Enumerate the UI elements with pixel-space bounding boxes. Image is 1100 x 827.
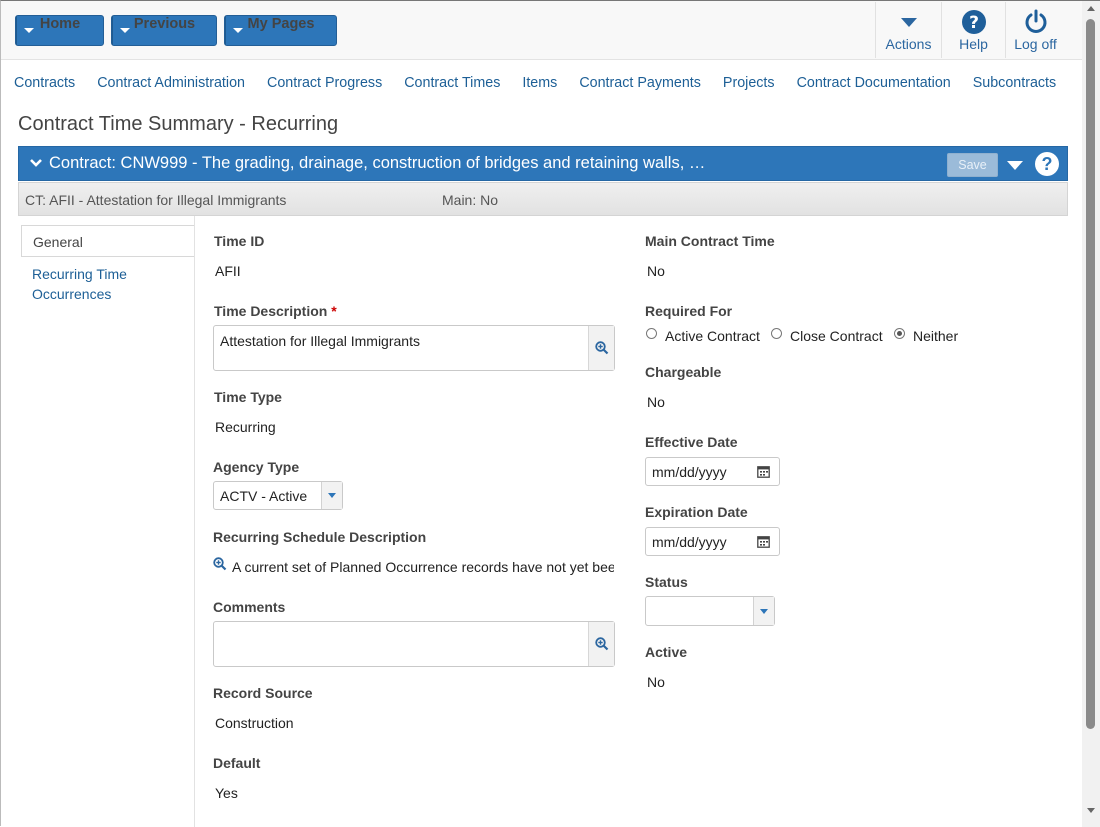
contract-subheader: CT: AFII - Attestation for Illegal Immig…	[18, 182, 1068, 216]
time-description-value[interactable]: Attestation for Illegal Immigrants	[220, 333, 420, 349]
chevron-down-icon[interactable]	[321, 482, 342, 509]
app-frame: Home Previous My Pages Actions ? Help Lo…	[0, 0, 1100, 827]
default-value: Yes	[215, 785, 238, 801]
actions-label: Actions	[885, 36, 932, 52]
caret-down-icon	[900, 8, 918, 36]
expiration-date-label: Expiration Date	[645, 504, 748, 520]
help-label: Help	[959, 36, 988, 52]
caret-down-icon[interactable]	[1007, 161, 1023, 170]
active-value: No	[647, 674, 665, 690]
comments-field[interactable]	[213, 621, 615, 667]
main-summary-text: Main: No	[442, 192, 499, 208]
menu-item-contract-payments[interactable]: Contract Payments	[579, 75, 701, 91]
radio-neither[interactable]	[894, 328, 905, 339]
radio-close-contract-label[interactable]: Close Contract	[790, 328, 883, 344]
effective-date-label: Effective Date	[645, 434, 738, 450]
calendar-icon[interactable]	[757, 465, 770, 481]
radio-close-contract[interactable]	[771, 328, 782, 339]
radio-active-contract-label[interactable]: Active Contract	[665, 328, 760, 344]
previous-button[interactable]: Previous	[111, 15, 217, 46]
save-button[interactable]: Save	[947, 153, 998, 177]
menu-item-contract-progress[interactable]: Contract Progress	[267, 75, 382, 91]
chargeable-label: Chargeable	[645, 364, 722, 380]
actions-button[interactable]: Actions	[875, 2, 941, 58]
record-source-label: Record Source	[213, 685, 313, 701]
top-toolbar: Home Previous My Pages Actions ? Help Lo…	[1, 1, 1082, 60]
expiration-date-input[interactable]: mm/dd/yyyy	[645, 527, 780, 556]
time-description-field[interactable]: Attestation for Illegal Immigrants	[213, 325, 615, 371]
effective-date-placeholder[interactable]: mm/dd/yyyy	[652, 464, 727, 480]
scrollbar-thumb[interactable]	[1086, 19, 1095, 729]
chargeable-value: No	[647, 394, 665, 410]
ct-summary-text: CT: AFII - Attestation for Illegal Immig…	[25, 192, 287, 208]
scroll-down-arrow-icon[interactable]	[1087, 808, 1095, 813]
record-source-value: Construction	[215, 715, 294, 731]
svg-text:?: ?	[969, 13, 979, 33]
main-contract-time-value: No	[647, 263, 665, 279]
agency-type-label: Agency Type	[213, 459, 300, 475]
menu-item-contract-administration[interactable]: Contract Administration	[97, 75, 245, 91]
time-id-label: Time ID	[214, 233, 265, 249]
power-icon	[1023, 8, 1049, 36]
expiration-date-placeholder[interactable]: mm/dd/yyyy	[652, 534, 727, 550]
active-label: Active	[645, 644, 688, 660]
calendar-icon[interactable]	[757, 535, 770, 551]
my-pages-button-label[interactable]: My Pages	[225, 16, 337, 32]
agency-type-select[interactable]: ACTV - Active	[213, 481, 343, 510]
logoff-label: Log off	[1014, 36, 1057, 52]
chevron-down-icon[interactable]	[29, 156, 43, 173]
help-button[interactable]: ? Help	[941, 2, 1005, 58]
tab-recurring-line2[interactable]: Occurrences	[32, 284, 172, 304]
home-button[interactable]: Home	[15, 15, 104, 46]
required-marker: *	[331, 303, 337, 319]
help-circle-icon: ?	[961, 8, 987, 36]
radio-neither-label[interactable]: Neither	[913, 328, 958, 344]
menu-item-contract-documentation[interactable]: Contract Documentation	[797, 75, 951, 91]
recurring-schedule-value: A current set of Planned Occurrence reco…	[232, 559, 614, 575]
status-label: Status	[645, 574, 688, 590]
previous-button-label[interactable]: Previous	[112, 16, 217, 32]
default-label: Default	[213, 755, 261, 771]
help-circle-icon[interactable]: ?	[1035, 152, 1059, 176]
my-pages-button[interactable]: My Pages	[224, 15, 337, 46]
chevron-down-icon[interactable]	[753, 597, 774, 625]
time-description-label: Time Description *	[214, 303, 337, 319]
home-button-label[interactable]: Home	[16, 16, 104, 32]
page-title: Contract Time Summary - Recurring	[18, 113, 339, 135]
radio-active-contract[interactable]	[646, 328, 657, 339]
time-description-label-text: Time Description	[214, 303, 328, 319]
required-for-label: Required For	[645, 303, 733, 319]
time-type-value: Recurring	[215, 419, 276, 435]
zoom-in-icon[interactable]	[588, 326, 614, 370]
zoom-in-icon[interactable]	[588, 622, 614, 666]
agency-type-value[interactable]: ACTV - Active	[220, 488, 307, 504]
effective-date-input[interactable]: mm/dd/yyyy	[645, 457, 780, 486]
menu-item-contract-times[interactable]: Contract Times	[404, 75, 500, 91]
menu-item-subcontracts[interactable]: Subcontracts	[973, 75, 1056, 91]
tab-recurring-line1[interactable]: Recurring Time	[32, 264, 172, 284]
time-id-value: AFII	[215, 263, 241, 279]
logoff-button[interactable]: Log off	[1005, 2, 1065, 58]
recurring-schedule-label: Recurring Schedule Description	[213, 529, 427, 545]
menu-item-contracts[interactable]: Contracts	[14, 75, 75, 91]
contract-header-band[interactable]: Contract: CNW999 - The grading, drainage…	[18, 146, 1068, 181]
main-menu: Contracts Contract Administration Contra…	[14, 75, 1078, 91]
zoom-in-icon[interactable]	[213, 557, 227, 574]
comments-label: Comments	[213, 599, 286, 615]
vertical-scrollbar[interactable]	[1082, 1, 1100, 827]
side-tabs: General Recurring Time Occurrences	[18, 216, 195, 827]
tab-recurring-time-occurrences[interactable]: Recurring Time Occurrences	[32, 264, 172, 304]
time-type-label: Time Type	[214, 389, 282, 405]
scroll-up-arrow-icon[interactable]	[1087, 6, 1095, 11]
tab-general[interactable]: General	[21, 225, 195, 257]
menu-item-projects[interactable]: Projects	[723, 75, 775, 91]
main-contract-time-label: Main Contract Time	[645, 233, 775, 249]
status-select[interactable]	[645, 596, 775, 626]
menu-item-items[interactable]: Items	[522, 75, 557, 91]
contract-header-text: Contract: CNW999 - The grading, drainage…	[49, 154, 706, 172]
